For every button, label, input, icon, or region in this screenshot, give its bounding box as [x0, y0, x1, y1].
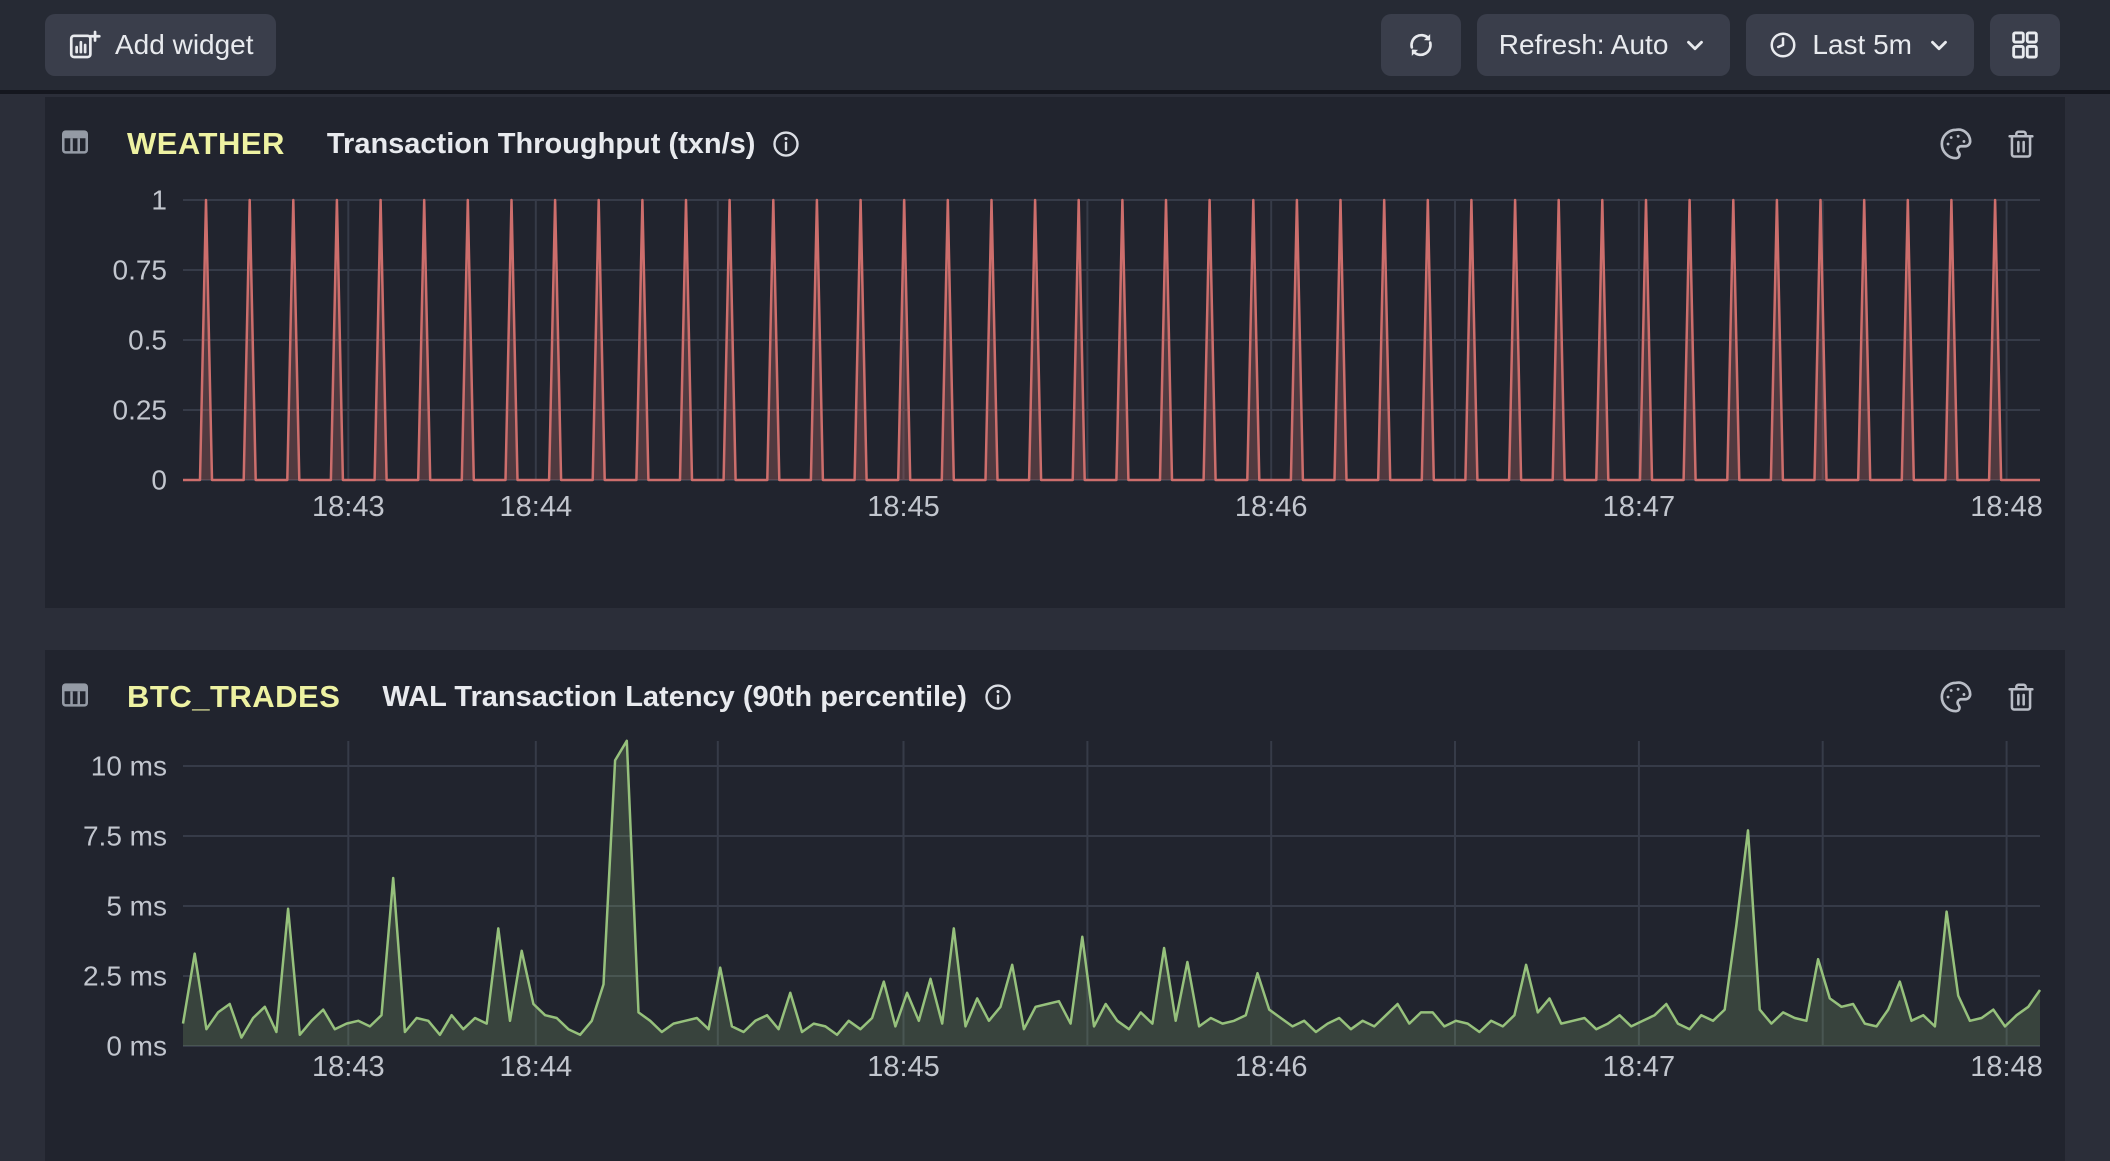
clock-icon: [1768, 30, 1798, 60]
topbar: Add widget Refresh: Auto: [0, 0, 2110, 90]
y-tick-label: 0.5: [128, 325, 167, 356]
x-tick-label: 18:46: [1235, 1051, 1308, 1083]
table-icon: [59, 679, 91, 716]
x-tick-label: 18:48: [1970, 1051, 2043, 1083]
y-tick-label: 5 ms: [106, 891, 167, 922]
widget-title: Transaction Throughput (txn/s): [327, 128, 756, 161]
table-icon: [59, 126, 91, 163]
x-tick-label: 18:44: [500, 491, 573, 523]
chevron-down-icon: [1926, 32, 1952, 58]
x-tick-label: 18:45: [867, 491, 940, 523]
series-line: [183, 741, 2040, 1038]
layout-grid-button[interactable]: [1990, 14, 2060, 76]
x-tick-label: 18:48: [1970, 491, 2043, 523]
refresh-mode-label: Refresh: Auto: [1499, 29, 1669, 61]
info-icon[interactable]: [983, 682, 1013, 712]
add-widget-button[interactable]: Add widget: [45, 14, 276, 76]
widget-panel-weather: 0 0.25 0.5 0.75 1 18:43 18:44 18:45 18:46 18:47 18…: [45, 97, 2065, 608]
widget-source-label: BTC_TRADES: [127, 679, 340, 715]
trash-icon[interactable]: [2005, 681, 2037, 713]
widget-header: BTC_TRADES WAL Transaction Latency (90th…: [45, 650, 2065, 726]
palette-icon[interactable]: [1939, 127, 1973, 161]
x-tick-label: 18:43: [312, 491, 385, 523]
add-widget-label: Add widget: [115, 29, 254, 61]
refresh-button[interactable]: [1381, 14, 1461, 76]
time-range-label: Last 5m: [1812, 29, 1912, 61]
chevron-down-icon: [1682, 32, 1708, 58]
x-tick-label: 18:47: [1603, 491, 1676, 523]
series-area: [183, 741, 2040, 1046]
widget-actions: [1939, 127, 2049, 161]
y-tick-label: 10 ms: [91, 751, 167, 782]
x-tick-label: 18:44: [500, 1051, 573, 1083]
widget-actions: [1939, 680, 2049, 714]
y-tick-label: 1: [151, 185, 167, 216]
x-tick-label: 18:46: [1235, 491, 1308, 523]
topbar-actions: Refresh: Auto Last 5m: [1381, 14, 2060, 76]
x-tick-label: 18:43: [312, 1051, 385, 1083]
widget-header: WEATHER Transaction Throughput (txn/s): [45, 97, 2065, 173]
x-tick-label: 18:45: [867, 1051, 940, 1083]
grid-layout-icon: [2008, 28, 2042, 62]
widget-source-label: WEATHER: [127, 126, 285, 162]
y-tick-label: 0.25: [113, 395, 168, 426]
time-range-dropdown[interactable]: Last 5m: [1746, 14, 1974, 76]
widget-title: WAL Transaction Latency (90th percentile…: [382, 681, 966, 714]
trash-icon[interactable]: [2005, 128, 2037, 160]
chart-plus-icon: [67, 28, 101, 62]
info-icon[interactable]: [771, 129, 801, 159]
x-tick-label: 18:47: [1603, 1051, 1676, 1083]
y-tick-label: 0 ms: [106, 1031, 167, 1062]
y-tick-label: 0.75: [113, 255, 168, 286]
widget-panel-btc-trades: 0 ms 2.5 ms 5 ms 7.5 ms 10 ms 18:43 18:44 18:45…: [45, 650, 2065, 1161]
chart-canvas: 0 0.25 0.5 0.75 1 18:43 18:44 18:45 18:46 18:47 18…: [45, 97, 2065, 608]
topbar-divider: [0, 90, 2110, 94]
y-tick-label: 2.5 ms: [83, 961, 167, 992]
refresh-cycle-icon: [1405, 29, 1437, 61]
chart-canvas: 0 ms 2.5 ms 5 ms 7.5 ms 10 ms 18:43 18:44 18:45…: [45, 650, 2065, 1161]
y-tick-label: 7.5 ms: [83, 821, 167, 852]
y-tick-label: 0: [151, 465, 167, 496]
palette-icon[interactable]: [1939, 680, 1973, 714]
refresh-mode-dropdown[interactable]: Refresh: Auto: [1477, 14, 1731, 76]
